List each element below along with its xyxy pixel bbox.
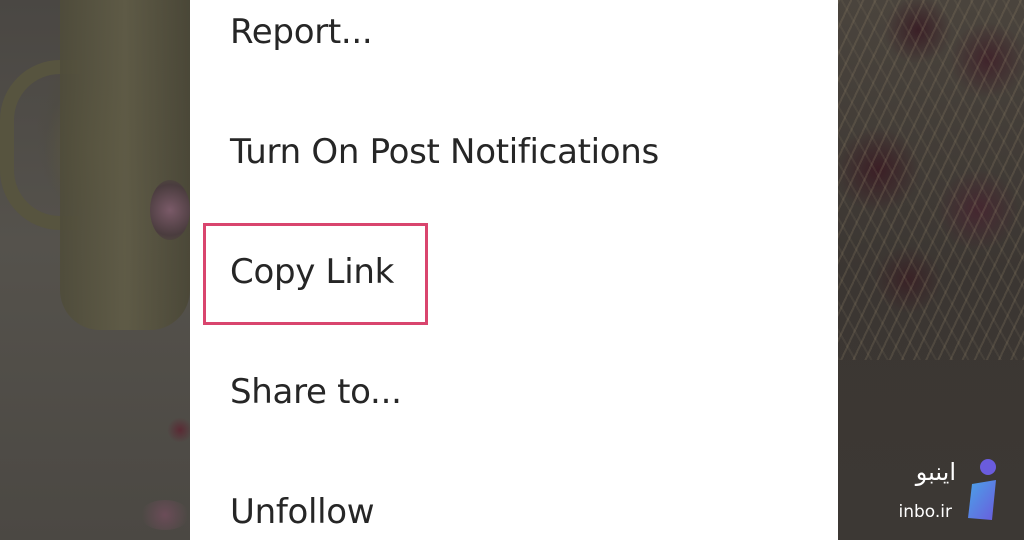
dried-flowers [838,0,1024,360]
menu-item-turn-on-post-notifications[interactable]: Turn On Post Notifications [230,132,659,172]
flower-decoration [140,500,190,530]
inbo-logo-icon [968,459,996,520]
menu-item-unfollow[interactable]: Unfollow [230,492,375,532]
menu-item-report[interactable]: Report... [230,12,373,52]
background-photo-left [0,0,190,540]
mug [60,0,190,330]
watermark-brand: اینبو [915,458,956,486]
flower-decoration [150,180,190,240]
watermark-domain: inbo.ir [898,502,952,522]
watermark: اینبو inbo.ir [864,456,1004,526]
highlight-box [203,223,428,325]
menu-item-share-to[interactable]: Share to... [230,372,402,412]
